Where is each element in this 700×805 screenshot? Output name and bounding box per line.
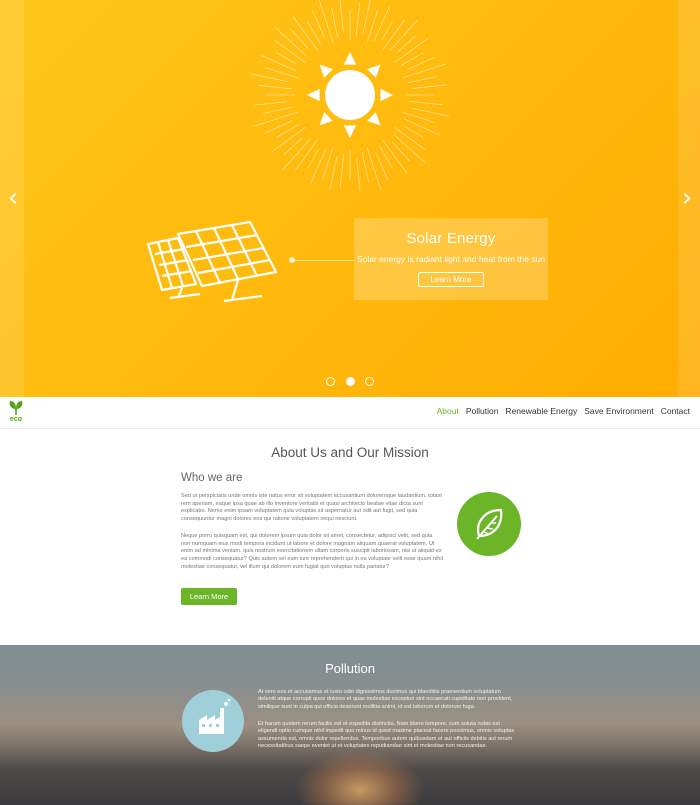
slide-description: Solar energy is radiant light and heat f… <box>356 254 546 264</box>
leaf-icon <box>476 508 503 540</box>
nav-link-renewable-energy[interactable]: Renewable Energy <box>505 406 577 416</box>
slider-dot-2[interactable] <box>346 377 355 386</box>
pollution-section: Pollution At vero eos et accusamus et iu… <box>0 645 700 805</box>
slider-dots <box>326 377 376 387</box>
slide-caption: Solar Energy Solar energy is radiant lig… <box>354 218 548 300</box>
logo-text: eco <box>9 416 23 423</box>
next-arrow-icon[interactable]: › <box>676 183 698 213</box>
about-learn-more-button[interactable]: Learn More <box>181 588 237 605</box>
solar-panels-icon <box>146 220 278 303</box>
caption-connector <box>289 257 354 263</box>
sun-icon <box>251 0 449 190</box>
leaf-badge <box>457 492 521 556</box>
about-paragraph-2: Neque porro quisquam est, qui dolorem ip… <box>181 533 443 570</box>
eco-logo[interactable]: eco <box>6 400 26 426</box>
factory-badge <box>182 690 244 752</box>
nav-link-pollution[interactable]: Pollution <box>466 406 499 416</box>
nav-link-about[interactable]: About <box>437 406 459 416</box>
factory-icon <box>199 698 231 734</box>
hero-slider: ‹ › Solar Energy Solar energy is radiant… <box>0 0 700 397</box>
slider-dot-3[interactable] <box>365 377 374 386</box>
pollution-title: Pollution <box>325 661 375 676</box>
slide-title: Solar Energy <box>406 230 496 247</box>
slider-dot-1[interactable] <box>326 377 335 386</box>
sunset-glow <box>295 750 425 805</box>
nav-link-save-environment[interactable]: Save Environment <box>584 406 653 416</box>
about-paragraph-1: Sed ut perspiciatis unde omnis iste natu… <box>181 493 443 523</box>
pollution-paragraph-1: At vero eos et accusamus et iusto odio d… <box>258 689 513 710</box>
nav-menu: About Pollution Renewable Energy Save En… <box>437 406 690 416</box>
pollution-paragraph-2: Et harum quidem rerum facilis est et exp… <box>258 721 515 750</box>
navbar: eco About Pollution Renewable Energy Sav… <box>0 397 700 429</box>
slide-learn-more-button[interactable]: Learn More <box>418 272 484 287</box>
connector-line <box>292 260 354 261</box>
about-section-title: About Us and Our Mission <box>271 445 429 460</box>
nav-link-contact[interactable]: Contact <box>661 406 690 416</box>
prev-arrow-icon[interactable]: ‹ <box>2 183 24 213</box>
plug-leaf-icon <box>9 401 23 415</box>
who-we-are-heading: Who we are <box>181 472 243 484</box>
